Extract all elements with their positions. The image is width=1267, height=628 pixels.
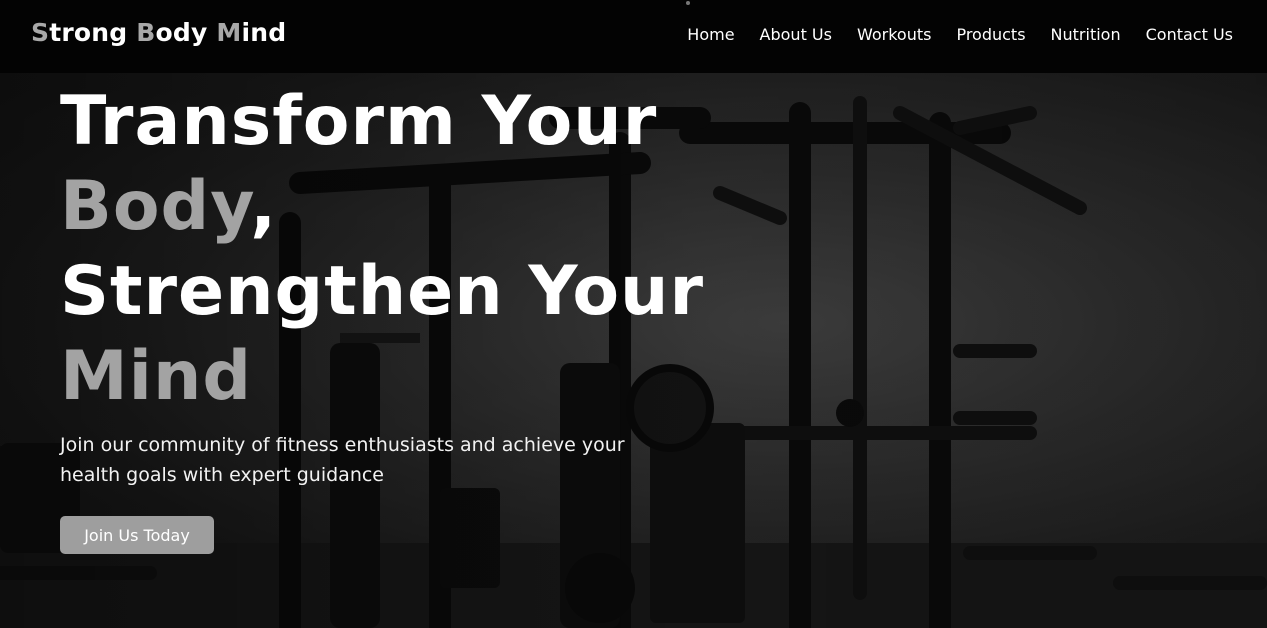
logo-letter-m: M xyxy=(216,18,242,47)
nav-contact-us[interactable]: Contact Us xyxy=(1146,25,1233,44)
hero-subtitle: Join our community of fitness enthusiast… xyxy=(60,434,625,486)
headline-line-1: Transform Your xyxy=(60,82,658,161)
nav-about-us[interactable]: About Us xyxy=(760,25,832,44)
nav-products[interactable]: Products xyxy=(956,25,1025,44)
logo-text-ind: ind xyxy=(241,18,287,47)
hero-section: Transform Your Body, Strengthen Your Min… xyxy=(0,73,1267,628)
join-us-button[interactable]: Join Us Today xyxy=(60,516,214,554)
site-header: Strong Body Mind Home About Us Workouts … xyxy=(0,0,1267,73)
logo-text-ody: ody xyxy=(155,18,208,47)
headline-line-2: Body, xyxy=(60,164,700,249)
nav-workouts[interactable]: Workouts xyxy=(857,25,931,44)
logo-letter-b: B xyxy=(136,18,156,47)
loading-dot xyxy=(686,1,690,5)
headline-line-3: Strengthen Your xyxy=(60,252,704,331)
logo-text-trong: trong xyxy=(49,18,128,47)
hero-headline: Transform Your Body, Strengthen Your Min… xyxy=(60,79,704,419)
headline-mind-word: Mind xyxy=(60,337,253,416)
headline-comma: , xyxy=(250,167,278,246)
logo-letter-s: S xyxy=(31,18,50,47)
nav-home[interactable]: Home xyxy=(687,25,734,44)
main-nav: Home About Us Workouts Products Nutritio… xyxy=(662,25,1233,44)
headline-body-word: Body xyxy=(60,167,251,246)
site-logo[interactable]: Strong Body Mind xyxy=(31,18,286,47)
nav-nutrition[interactable]: Nutrition xyxy=(1051,25,1121,44)
